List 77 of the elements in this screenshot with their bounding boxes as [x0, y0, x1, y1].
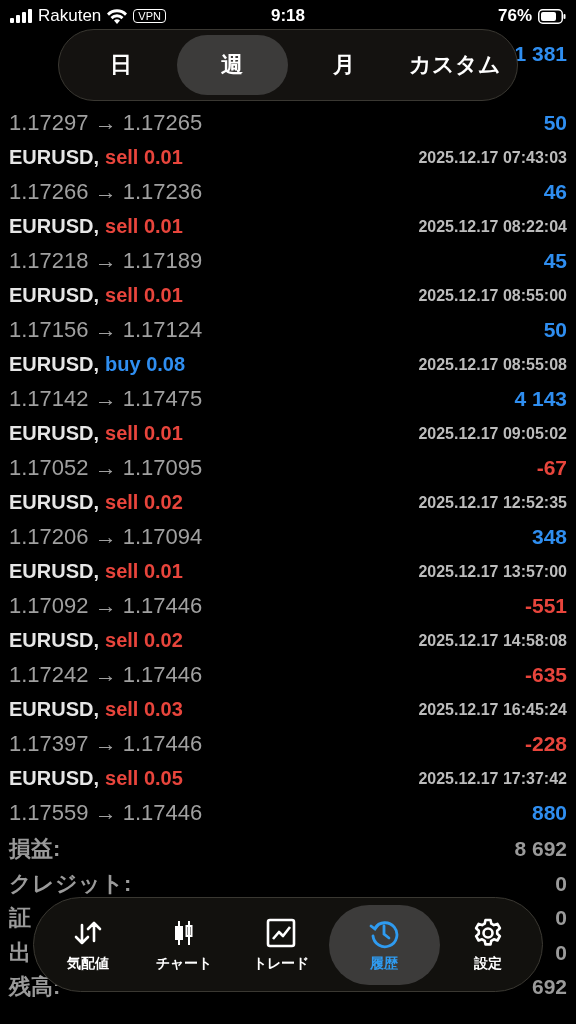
price-range: 1.17092 → 1.17446	[9, 592, 203, 619]
price-range: 1.17397 → 1.17446	[9, 730, 203, 757]
trade-type: sell 0.01	[105, 560, 183, 583]
wifi-icon	[107, 8, 128, 24]
price-range: 1.17206 → 1.17094	[9, 523, 203, 550]
price-range: 1.17297 → 1.17265	[9, 109, 203, 136]
trade-type: sell 0.01	[105, 146, 183, 169]
deal-time: 2025.12.17 12:52:35	[418, 493, 567, 512]
deal-time: 2025.12.17 14:58:08	[418, 631, 567, 650]
summary-value: 692	[531, 975, 567, 1000]
trade-type: sell 0.01	[105, 422, 183, 445]
deal-time: 2025.12.17 08:55:00	[418, 286, 567, 305]
price-range: 1.17218 → 1.17189	[9, 247, 203, 274]
summary-value: 0	[555, 871, 567, 896]
deal-time: 2025.12.17 07:43:03	[418, 148, 567, 167]
profit-value: -551	[524, 593, 567, 618]
price-range: 1.17266 → 1.17236	[9, 178, 203, 205]
profit-value: 1 381	[514, 41, 567, 66]
symbol-label: EURUSD,	[9, 698, 99, 721]
symbol-label: EURUSD,	[9, 560, 99, 583]
profit-value: 46	[543, 179, 567, 204]
deal-time: 2025.12.17 13:57:00	[418, 562, 567, 581]
battery-icon	[538, 8, 566, 24]
symbol-label: EURUSD,	[9, 215, 99, 238]
status-time: 9:18	[271, 6, 305, 26]
price-range: 1.17559 → 1.17446	[9, 799, 203, 826]
battery-percent: 76%	[497, 6, 532, 26]
price-range: 1.17242 → 1.17446	[9, 661, 203, 688]
deal-time: 2025.12.17 08:55:08	[418, 355, 567, 374]
profit-value: 50	[543, 317, 567, 342]
trade-type: sell 0.01	[105, 215, 183, 238]
symbol-label: EURUSD,	[9, 767, 99, 790]
signal-icon	[10, 9, 32, 23]
deal-time: 2025.12.17 09:05:02	[418, 424, 567, 443]
symbol-label: EURUSD,	[9, 284, 99, 307]
vpn-badge: VPN	[133, 9, 166, 23]
carrier-name: Rakuten	[38, 6, 102, 26]
nav-tab[interactable]: 履歴	[328, 904, 440, 985]
profit-value: 4 143	[514, 386, 567, 411]
profit-value: 50	[543, 110, 567, 135]
profit-value: 348	[531, 524, 567, 549]
price-range: 1.17156 → 1.17124	[9, 316, 203, 343]
profit-value: 45	[543, 248, 567, 273]
deal-time: 2025.12.17 08:22:04	[418, 217, 567, 236]
summary-label: クレジット:	[9, 869, 132, 898]
trade-type: sell 0.03	[105, 698, 183, 721]
summary-label: 損益:	[9, 835, 61, 864]
summary-label: 証	[9, 904, 31, 933]
trade-type: sell 0.05	[105, 767, 183, 790]
symbol-label: EURUSD,	[9, 422, 99, 445]
deal-time: 2025.12.17 17:37:42	[418, 769, 567, 788]
symbol-label: EURUSD,	[9, 146, 99, 169]
profit-value: -228	[524, 731, 567, 756]
profit-value: -67	[536, 455, 567, 480]
summary-value: 0	[555, 940, 567, 965]
summary-value: 8 692	[514, 837, 567, 862]
nav-tab[interactable]: チャート	[136, 904, 233, 985]
profit-value: 880	[531, 800, 567, 825]
deal-time: 2025.12.17 16:45:24	[418, 700, 567, 719]
summary-value: 0	[555, 906, 567, 931]
nav-tab[interactable]: トレード	[232, 904, 329, 985]
price-range: 1.17052 → 1.17095	[9, 454, 203, 481]
period-tab[interactable]: 月	[288, 35, 400, 95]
price-range: 1.17142 → 1.17475	[9, 385, 203, 412]
period-tab[interactable]: 週	[176, 35, 288, 95]
trade-type: buy 0.08	[105, 353, 186, 376]
summary-label: 出	[9, 938, 31, 967]
symbol-label: EURUSD,	[9, 353, 99, 376]
line-chart-icon	[264, 916, 297, 949]
trade-type: sell 0.02	[105, 629, 183, 652]
trade-type: sell 0.02	[105, 491, 183, 514]
symbol-label: EURUSD,	[9, 629, 99, 652]
period-tab[interactable]: 日	[65, 35, 177, 95]
period-tab[interactable]: カスタム	[399, 35, 511, 95]
profit-value: -635	[524, 662, 567, 687]
trade-type: sell 0.01	[105, 284, 183, 307]
symbol-label: EURUSD,	[9, 491, 99, 514]
